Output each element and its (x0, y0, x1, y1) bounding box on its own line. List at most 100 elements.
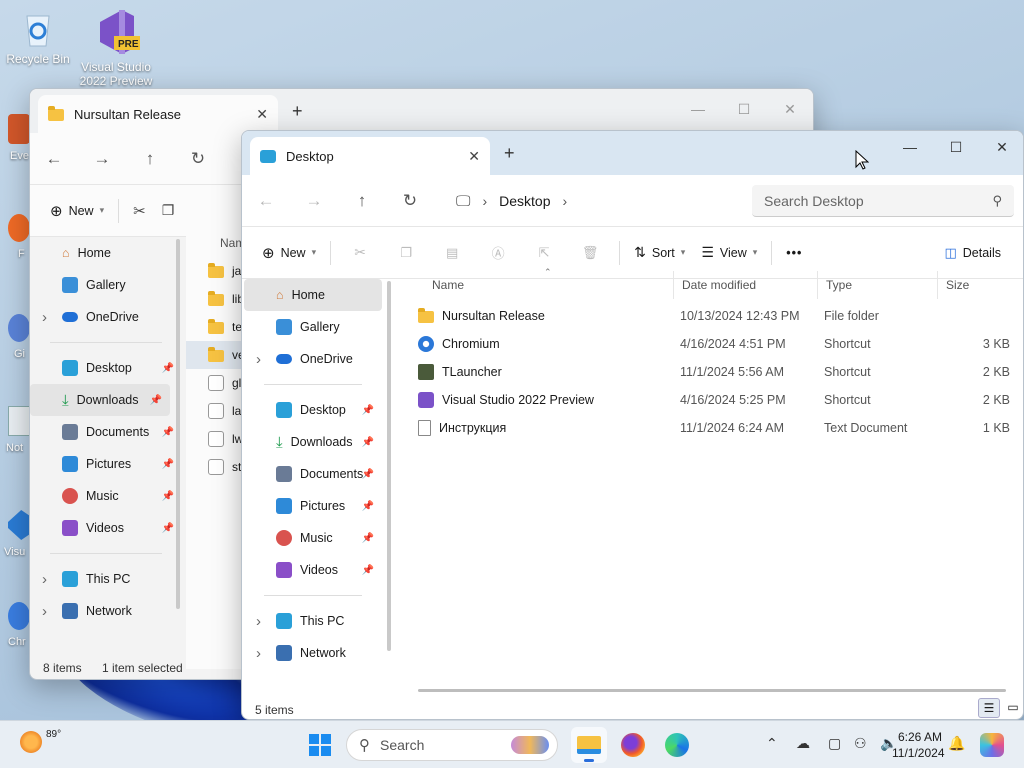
sidebar-item-pictures[interactable]: Pictures 📌 (244, 490, 382, 522)
minimize-button[interactable]: — (675, 97, 721, 121)
sidebar-item-music[interactable]: Music 📌 (244, 522, 382, 554)
close-tab-icon[interactable]: ✕ (256, 106, 268, 123)
search-box[interactable]: Search Desktop ⚲ (752, 185, 1014, 217)
sidebar-scrollbar[interactable] (387, 281, 391, 651)
taskbar-file-explorer[interactable] (571, 727, 607, 763)
up-button[interactable]: ↑ (338, 191, 386, 211)
paste-button[interactable]: ▤ (429, 237, 475, 269)
desktop-icon-partial[interactable]: F (0, 210, 30, 270)
new-button[interactable]: ⊕ New ▾ (254, 237, 324, 269)
copilot-icon[interactable] (980, 733, 1004, 757)
sidebar-item-videos[interactable]: Videos 📌 (30, 512, 182, 544)
sidebar-item-pictures[interactable]: Pictures 📌 (30, 448, 182, 480)
list-item[interactable]: ten (186, 313, 249, 341)
up-button[interactable]: ↑ (126, 149, 174, 169)
close-button[interactable]: ✕ (979, 135, 1023, 159)
chevron-up-icon[interactable]: ⌃ (766, 735, 778, 752)
maximize-button[interactable]: ☐ (933, 135, 979, 159)
rename-button[interactable]: Ⓐ (475, 237, 521, 269)
details-pane-button[interactable]: ◫ Details (936, 237, 1009, 269)
taskbar-search[interactable]: ⚲ Search (346, 729, 558, 761)
list-item-selected[interactable]: ver (186, 341, 249, 369)
delete-button[interactable]: 🗑 (567, 237, 613, 269)
list-item[interactable]: glf (186, 369, 246, 397)
sort-button[interactable]: ⇅ Sort ▾ (626, 237, 693, 269)
new-tab-button[interactable]: + (292, 101, 303, 122)
list-item[interactable]: lwj (186, 425, 246, 453)
desktop-icon-recycle-bin[interactable]: Recycle Bin (0, 8, 76, 66)
desktop-icon-visual-studio[interactable]: PRE Visual Studio 2022 Preview (78, 8, 154, 88)
network-status-icon[interactable]: ⚇ (854, 735, 867, 752)
forward-button[interactable]: → (78, 149, 126, 169)
tiles-view-toggle[interactable]: ▭ (1002, 698, 1023, 718)
sidebar-item-documents[interactable]: Documents 📌 (244, 458, 382, 490)
search-input[interactable]: Search (380, 737, 424, 753)
desktop-icon-partial[interactable]: Not (0, 402, 30, 466)
back-button[interactable]: ← (242, 191, 290, 211)
desktop-icon-partial[interactable]: Visu (0, 506, 30, 576)
minimize-button[interactable]: — (887, 135, 933, 159)
table-row[interactable]: Инструкция 11/1/2024 6:24 AM Text Docume… (398, 414, 1023, 442)
sidebar-item-onedrive[interactable]: OneDrive (244, 343, 382, 375)
cloud-offline-icon[interactable]: ☁ (796, 735, 810, 752)
list-item[interactable]: lib (186, 285, 246, 313)
title-bar[interactable]: Desktop ✕ + — ☐ ✕ (242, 131, 1023, 175)
close-tab-icon[interactable]: ✕ (468, 148, 480, 165)
title-bar[interactable]: Nursultan Release ✕ + — ☐ ✕ (30, 89, 813, 133)
weather-widget[interactable]: 89° (20, 729, 61, 753)
column-header-date[interactable]: Date modified (674, 271, 818, 299)
desktop-icon-partial[interactable]: Chr (0, 598, 30, 662)
sidebar-item-desktop[interactable]: Desktop 📌 (30, 352, 182, 384)
tab-desktop[interactable]: Desktop ✕ (250, 137, 490, 175)
start-button[interactable] (302, 727, 338, 763)
column-header-size[interactable]: Size (938, 271, 1018, 299)
new-button[interactable]: ⊕ New ▾ (42, 195, 112, 227)
notification-bell-icon[interactable]: 🔔 (948, 735, 965, 752)
sidebar-item-home[interactable]: ⌂ Home (30, 237, 182, 269)
back-button[interactable]: ← (30, 149, 78, 169)
view-button[interactable]: ☰ View ▾ (693, 237, 765, 269)
tab-nursultan-release[interactable]: Nursultan Release ✕ (38, 95, 278, 133)
sidebar-item-gallery[interactable]: Gallery (244, 311, 382, 343)
close-button[interactable]: ✕ (767, 97, 813, 121)
maximize-button[interactable]: ☐ (721, 97, 767, 121)
refresh-button[interactable]: ↻ (174, 149, 222, 169)
list-item[interactable]: sta (186, 453, 248, 481)
list-item[interactable]: jav (186, 257, 247, 285)
copy-button[interactable]: ❐ (154, 195, 183, 227)
address-bar[interactable]: 🖵 › Desktop › (444, 185, 734, 217)
sidebar-scrollbar[interactable] (176, 239, 180, 609)
sidebar-item-documents[interactable]: Documents 📌 (30, 416, 182, 448)
sidebar-item-network[interactable]: Network (244, 637, 382, 669)
sidebar-item-network[interactable]: Network (30, 595, 182, 627)
sidebar-item-music[interactable]: Music 📌 (30, 480, 182, 512)
more-options-button[interactable]: ••• (778, 237, 810, 269)
column-header-name[interactable]: Nam (186, 229, 246, 257)
details-view-toggle[interactable]: ☰ (978, 698, 1000, 718)
sidebar-item-this-pc[interactable]: This PC (30, 563, 182, 595)
sidebar-item-gallery[interactable]: Gallery (30, 269, 182, 301)
table-row[interactable]: Visual Studio 2022 Preview 4/16/2024 5:2… (398, 386, 1023, 414)
taskbar-edge[interactable] (659, 727, 695, 763)
sidebar-item-videos[interactable]: Videos 📌 (244, 554, 382, 586)
cut-button[interactable]: ✂ (125, 195, 154, 227)
search-input[interactable]: Search Desktop (764, 193, 864, 209)
horizontal-scrollbar[interactable] (418, 689, 1006, 692)
sidebar-item-onedrive[interactable]: OneDrive (30, 301, 182, 333)
refresh-button[interactable]: ↻ (386, 191, 434, 211)
sidebar-item-desktop[interactable]: Desktop 📌 (244, 394, 382, 426)
table-row[interactable]: Chromium 4/16/2024 4:51 PM Shortcut 3 KB (398, 330, 1023, 358)
table-row[interactable]: TLauncher 11/1/2024 5:56 AM Shortcut 2 K… (398, 358, 1023, 386)
clock[interactable]: 6:26 AM 11/1/2024 (892, 729, 945, 761)
forward-button[interactable]: → (290, 191, 338, 211)
display-icon[interactable]: ▢ (828, 735, 841, 752)
desktop-icon-partial[interactable]: Eve (0, 110, 30, 170)
copy-button[interactable]: ❐ (383, 237, 429, 269)
sidebar-item-downloads[interactable]: ⤓ Downloads 📌 (30, 384, 170, 416)
sidebar-item-home[interactable]: ⌂ Home (244, 279, 382, 311)
sidebar-item-this-pc[interactable]: This PC (244, 605, 382, 637)
cut-button[interactable]: ✂ (337, 237, 383, 269)
taskbar-firefox[interactable] (615, 727, 651, 763)
list-item[interactable]: lat (186, 397, 246, 425)
desktop-icon-partial[interactable]: Gi (0, 310, 30, 370)
